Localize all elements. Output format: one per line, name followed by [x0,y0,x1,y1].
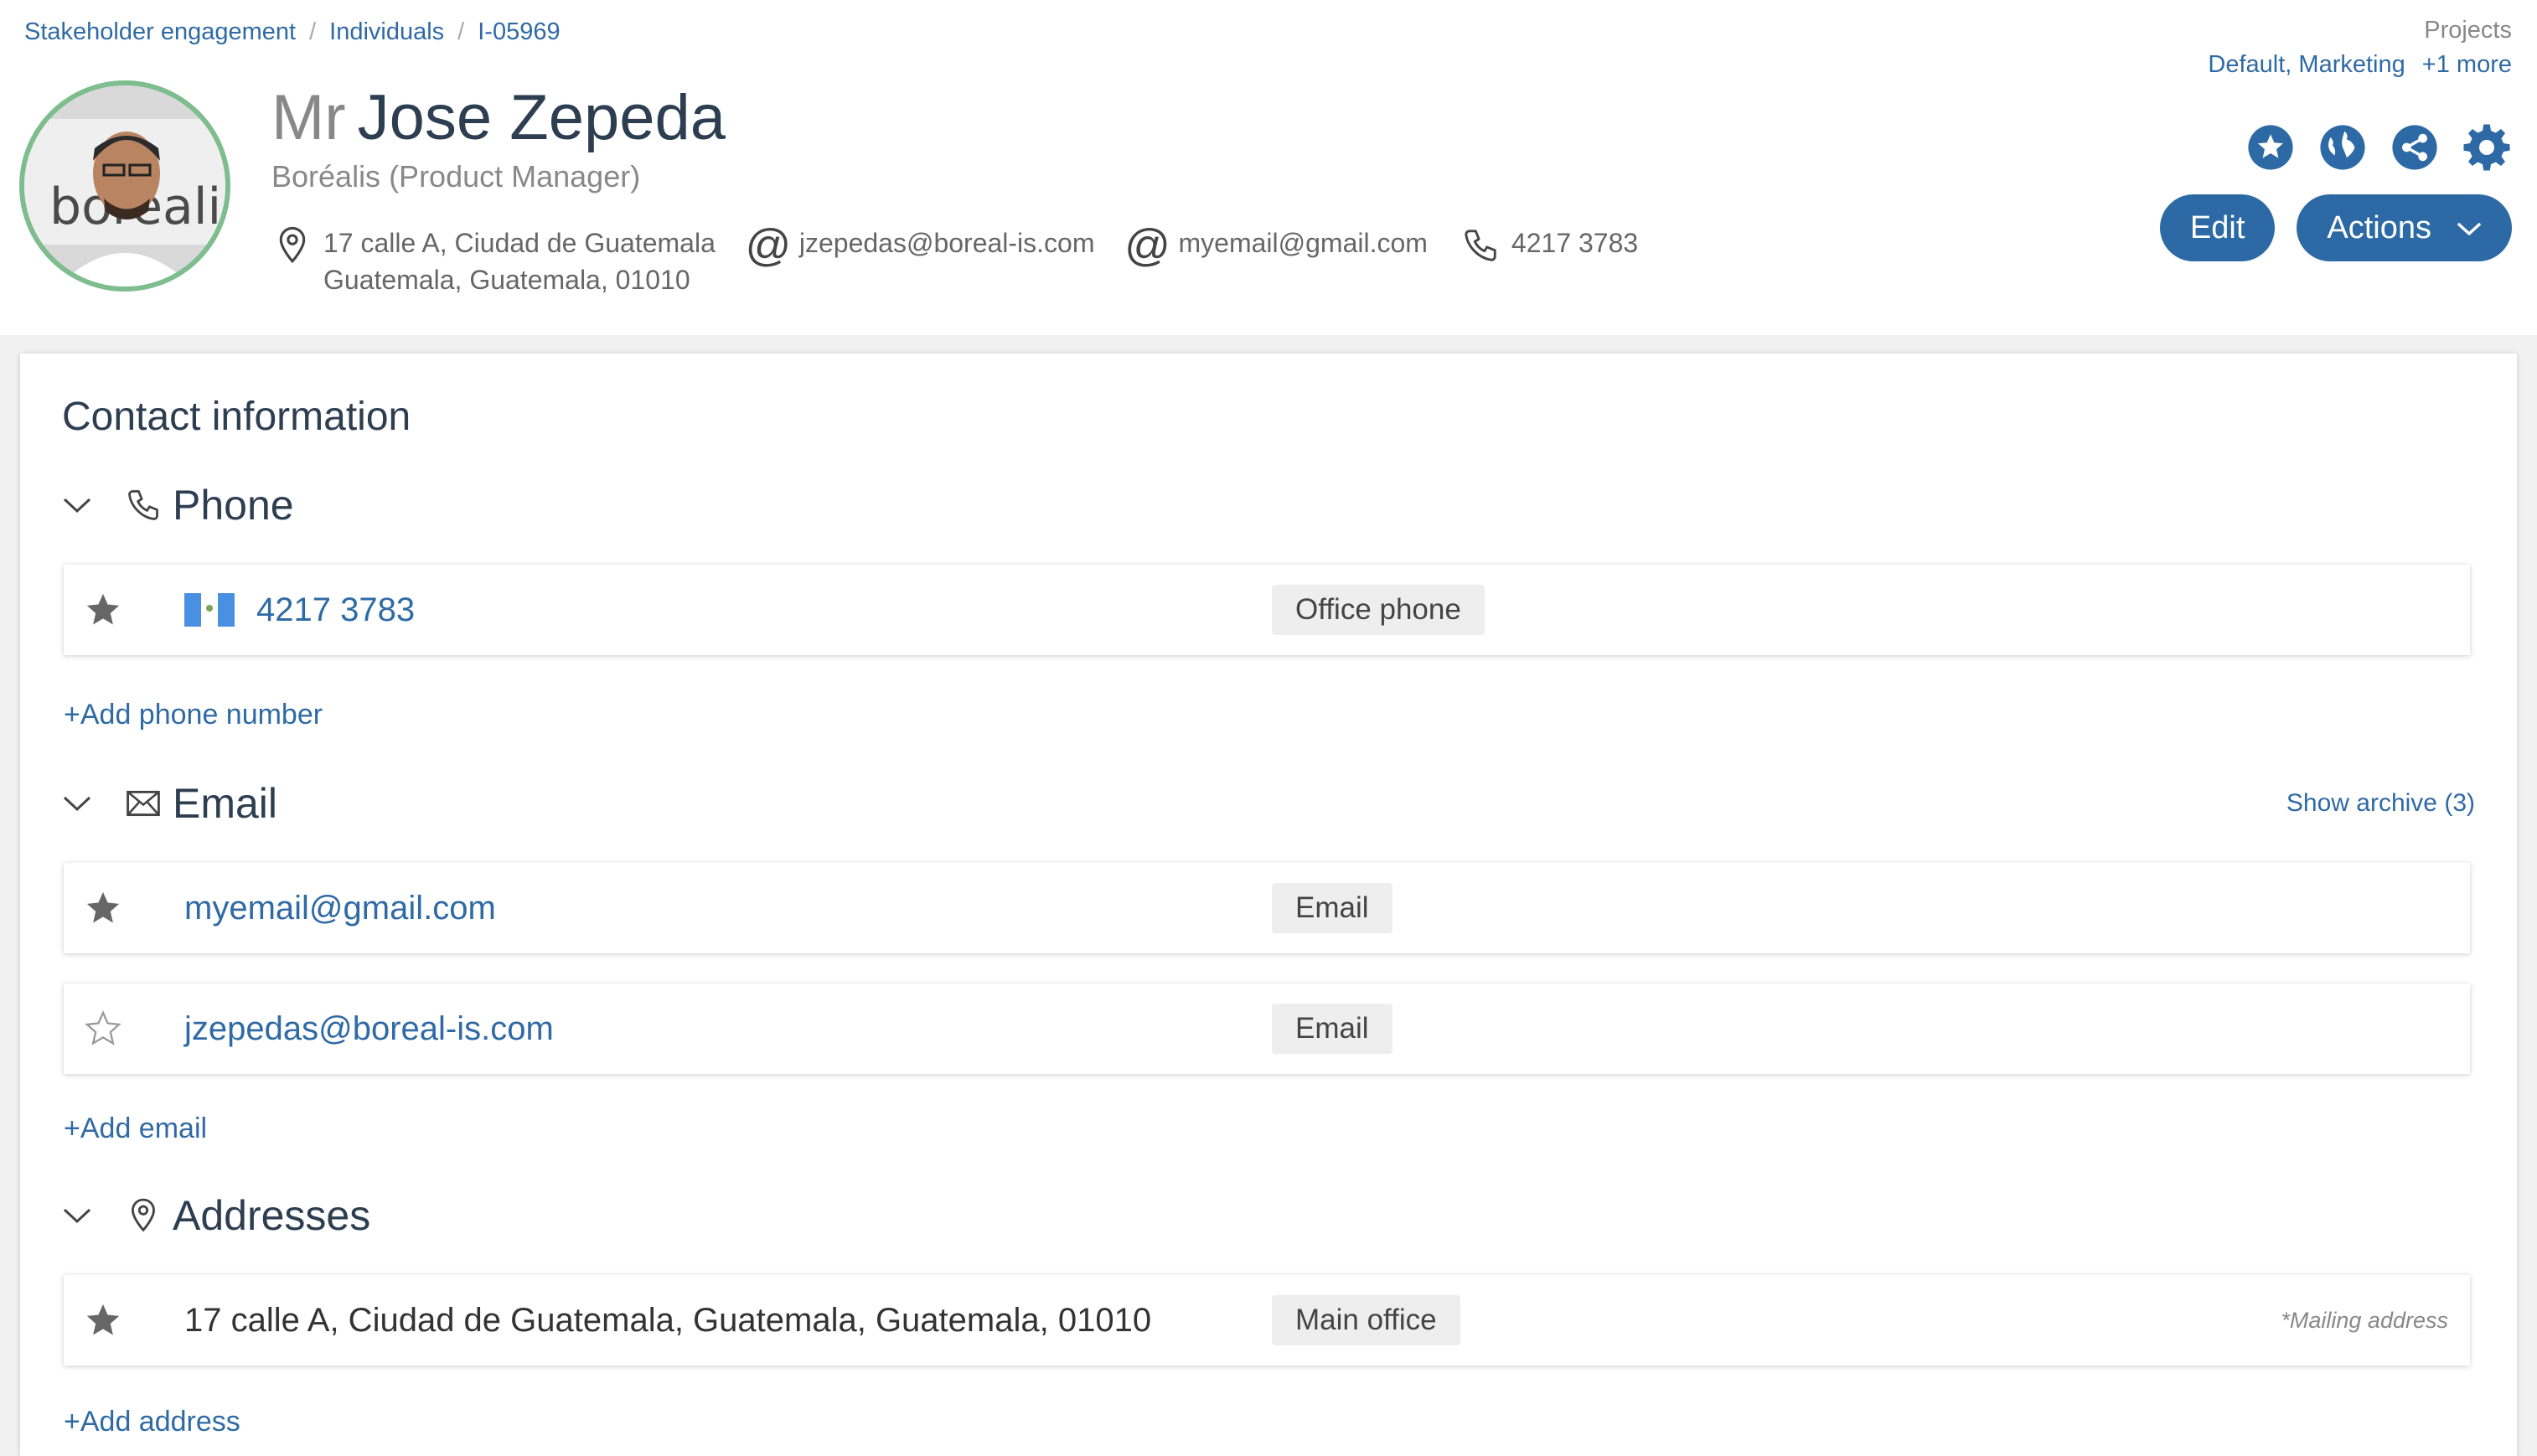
chevron-down-icon[interactable] [62,496,96,514]
profile-heading: Mr Jose Zepeda Boréalis (Product Manager) [271,80,726,194]
add-email-link[interactable]: +Add email [64,1113,207,1145]
email-type-tag: Email [1272,1004,1393,1054]
addresses-section-header[interactable]: Addresses [62,1191,370,1240]
profile-name: Mr Jose Zepeda [271,80,726,156]
add-address-link[interactable]: +Add address [64,1406,240,1438]
profile-email-work-text[interactable]: jzepedas@boreal-is.com [799,225,1095,261]
header-icon-toolbar [2224,122,2512,173]
chevron-down-icon [2457,210,2482,246]
header-buttons: Edit Actions [2138,194,2512,261]
breadcrumb-record-id[interactable]: I-05969 [478,18,560,46]
mailing-address-note: *Mailing address [2281,1307,2448,1333]
location-pin-icon [124,1196,163,1235]
email-section-header[interactable]: Email [62,779,277,828]
phone-icon [124,486,163,524]
phone-section-header[interactable]: Phone [62,481,294,529]
share-icon[interactable] [2390,122,2440,173]
profile-address-line2: Guatemala, Guatemala, 01010 [323,265,690,295]
at-icon: @ [745,220,792,271]
globe-icon[interactable] [2317,122,2368,173]
add-phone-link[interactable]: +Add phone number [64,699,323,731]
email-address[interactable]: jzepedas@boreal-is.com [184,1010,554,1048]
add-address-label: Add address [80,1406,240,1438]
profile-email-personal[interactable]: @ myemail@gmail.com [1124,220,1428,271]
breadcrumb-separator: / [309,18,317,45]
projects-more-link[interactable]: +1 more [2422,51,2512,78]
favorite-star-icon[interactable] [2245,122,2296,173]
profile-phone[interactable]: 4217 3783 [1460,225,1638,266]
profile-contact-summary: 17 calle A, Ciudad de Guatemala Guatemal… [271,220,1670,298]
show-archive-link[interactable]: Show archive (3) [2286,789,2475,818]
email-row-primary: myemail@gmail.com Email [64,863,2470,953]
avatar[interactable]: boréalis [19,80,230,292]
profile-phone-text[interactable]: 4217 3783 [1511,225,1638,261]
email-type-tag: Email [1272,883,1393,933]
breadcrumb-individuals[interactable]: Individuals [329,18,444,46]
addresses-section-title: Addresses [173,1192,371,1239]
add-phone-label: Add phone number [80,699,323,731]
edit-button-label: Edit [2189,209,2245,245]
breadcrumb: Stakeholder engagement / Individuals / I… [24,18,561,46]
card-title: Contact information [62,395,411,439]
phone-icon [1460,225,1501,266]
phone-section-title: Phone [173,482,294,529]
address-row: 17 calle A, Ciudad de Guatemala, Guatema… [64,1275,2470,1366]
star-icon[interactable] [84,1301,122,1340]
page-header: Stakeholder engagement / Individuals / I… [0,0,2537,335]
gear-icon[interactable] [2462,122,2512,173]
breadcrumb-stakeholder-engagement[interactable]: Stakeholder engagement [24,18,296,46]
profile-email-work[interactable]: @ jzepedas@boreal-is.com [745,220,1095,271]
envelope-icon [124,784,163,823]
email-address[interactable]: myemail@gmail.com [184,890,496,927]
email-row-secondary: jzepedas@boreal-is.com Email [64,984,2470,1074]
address-type-tag: Main office [1272,1295,1460,1345]
phone-number-text[interactable]: 4217 3783 [256,591,415,629]
at-icon: @ [1124,220,1170,271]
actions-button-label: Actions [2327,209,2431,245]
star-icon[interactable] [84,591,122,629]
chevron-down-icon[interactable] [62,1206,96,1225]
location-pin-icon [271,225,313,266]
profile-full-name: Jose Zepeda [357,82,726,153]
star-outline-icon[interactable] [84,1009,122,1048]
avatar-photo: boréalis [24,85,225,287]
address-text[interactable]: 17 calle A, Ciudad de Guatemala, Guatema… [184,1302,1151,1340]
profile-salutation: Mr [271,82,346,153]
projects-values[interactable]: Default, Marketing [2208,51,2405,78]
phone-number[interactable]: 4217 3783 [184,591,415,629]
star-icon[interactable] [84,889,122,927]
actions-button[interactable]: Actions [2297,194,2512,261]
breadcrumb-separator: / [457,18,465,45]
guatemala-flag-icon [184,593,235,627]
add-email-label: Add email [80,1113,208,1144]
profile-email-personal-text[interactable]: myemail@gmail.com [1179,225,1428,261]
edit-button[interactable]: Edit [2159,194,2276,261]
projects-summary: Projects Default, Marketing +1 more [2208,17,2512,79]
chevron-down-icon[interactable] [62,794,96,813]
projects-label: Projects [2424,17,2512,44]
profile-organization: Boréalis (Product Manager) [271,159,641,194]
phone-type-tag: Office phone [1272,585,1485,635]
contact-information-card: Contact information Phone 4217 3783 Offi… [20,354,2517,1456]
profile-address-line1: 17 calle A, Ciudad de Guatemala [323,228,716,258]
phone-row: 4217 3783 Office phone [64,565,2470,655]
email-section-title: Email [173,780,278,827]
profile-address: 17 calle A, Ciudad de Guatemala Guatemal… [271,225,716,298]
